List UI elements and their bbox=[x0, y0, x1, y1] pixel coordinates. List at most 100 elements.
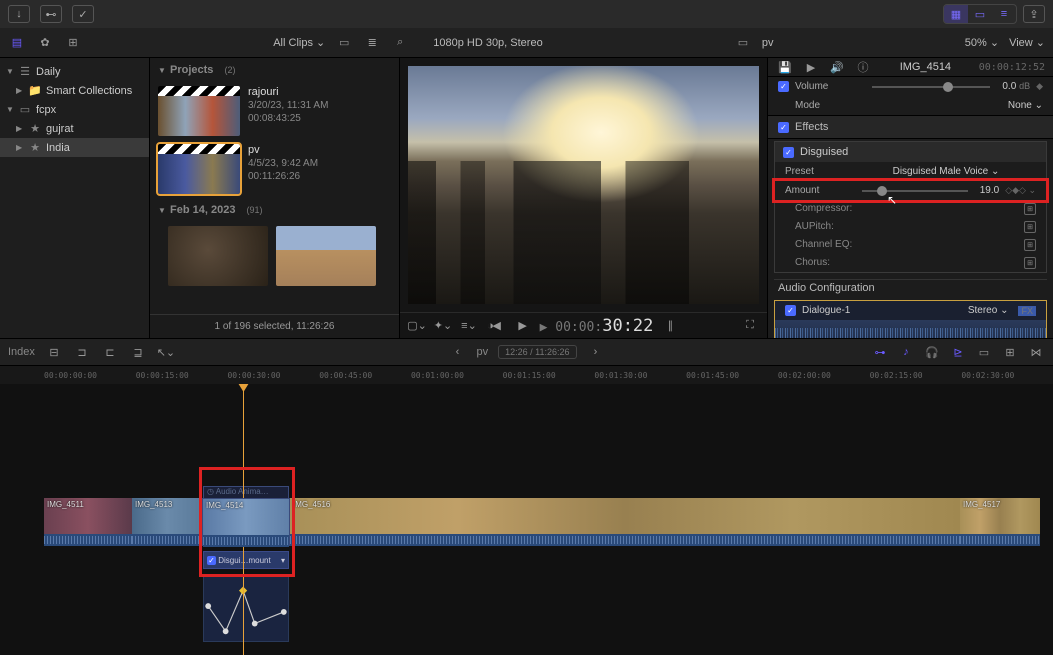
preset-value[interactable]: Disguised Male Voice ⌄ bbox=[893, 166, 1000, 177]
volume-row[interactable]: ✓ Volume 0.0 dB ◆ bbox=[768, 77, 1053, 96]
preset-row[interactable]: Preset Disguised Male Voice ⌄ bbox=[775, 162, 1046, 181]
amount-slider[interactable] bbox=[862, 190, 968, 192]
play-icon[interactable]: ▶ bbox=[514, 317, 532, 335]
video-tab-icon[interactable]: ▶ bbox=[802, 58, 820, 76]
connect-icon[interactable]: ⊐ bbox=[73, 343, 91, 361]
viewer-canvas[interactable] bbox=[408, 66, 759, 304]
next-edit-icon[interactable]: › bbox=[587, 343, 605, 361]
share-button[interactable]: ⇪ bbox=[1023, 5, 1045, 23]
effect-sub[interactable]: AUPitch:⊞ bbox=[775, 218, 1046, 236]
stereo-dropdown[interactable]: Stereo ⌄ bbox=[968, 305, 1009, 316]
skimming-icon[interactable]: ⊶ bbox=[871, 343, 889, 361]
sidebar-item-smart[interactable]: ▶📁Smart Collections bbox=[0, 81, 149, 100]
sidebar-item-india[interactable]: ▶★India bbox=[0, 138, 149, 157]
highlight-box bbox=[199, 467, 295, 577]
color-icon[interactable]: ◑⌄ bbox=[486, 317, 504, 335]
prev-edit-icon[interactable]: ‹ bbox=[448, 343, 466, 361]
bg-tasks-button[interactable]: ✓ bbox=[72, 5, 94, 23]
fullscreen-icon[interactable]: ⛶ bbox=[741, 317, 759, 335]
effects-header[interactable]: ✓Effects bbox=[768, 115, 1053, 139]
timeline[interactable]: IMG_4511 IMG_4513 IMG_4516 IMG_4517 ◷ Au… bbox=[0, 384, 1053, 655]
format-label: 1080p HD 30p, Stereo bbox=[433, 37, 542, 49]
effect-sub[interactable]: Compressor:⊞ bbox=[775, 200, 1046, 218]
effects-browser-icon[interactable]: ⊞ bbox=[1001, 343, 1019, 361]
clip-4517[interactable]: IMG_4517 bbox=[960, 498, 1040, 546]
viewer-pane: ▢⌄ ✦⌄ ≡⌄ ◑⌄ ◀ ▶ ▶ 00:00:30:22 ∥ ⛶ bbox=[400, 58, 768, 338]
snap-icon[interactable]: ⊵ bbox=[949, 343, 967, 361]
volume-slider[interactable] bbox=[872, 86, 990, 88]
clip-thumb[interactable] bbox=[168, 226, 268, 286]
layout-1-icon[interactable]: ▦ bbox=[944, 5, 968, 23]
tools-icon[interactable]: ✦⌄ bbox=[434, 317, 452, 335]
clips-filter-button[interactable]: All Clips ⌄ bbox=[273, 36, 325, 49]
effect-sub[interactable]: Channel EQ:⊞ bbox=[775, 236, 1046, 254]
amount-row[interactable]: Amount 19.0 ◇◆◇ ⌄ ↖ bbox=[775, 181, 1046, 200]
primary-storyline[interactable]: IMG_4511 IMG_4513 IMG_4516 IMG_4517 bbox=[44, 498, 1053, 546]
list-icon[interactable]: ≣ bbox=[363, 34, 381, 52]
retime-icon[interactable]: ≡⌄ bbox=[460, 317, 478, 335]
audio-config-header: Audio Configuration bbox=[768, 280, 1053, 296]
transform-icon[interactable]: ▢⌄ bbox=[408, 317, 426, 335]
keyword-button[interactable]: ⊷ bbox=[40, 5, 62, 23]
volume-checkbox[interactable]: ✓ bbox=[778, 81, 789, 92]
view-menu[interactable]: View ⌄ bbox=[1009, 36, 1045, 49]
search-icon[interactable]: ⌕ bbox=[391, 34, 409, 52]
clip-thumb[interactable] bbox=[276, 226, 376, 286]
clip-thumbs[interactable] bbox=[150, 222, 399, 290]
browser-toolbar: ▤ ✿ ⊞ All Clips ⌄ ▭ ≣ ⌕ 1080p HD 30p, St… bbox=[0, 28, 1053, 58]
save-icon[interactable]: 💾 bbox=[776, 58, 794, 76]
index-button[interactable]: Index bbox=[8, 346, 35, 358]
library-icon[interactable]: ▤ bbox=[8, 34, 26, 52]
effect-sub[interactable]: Chorus:⊞ bbox=[775, 254, 1046, 272]
library-sidebar: ▼☰Daily ▶📁Smart Collections ▼▭fcpx ▶★guj… bbox=[0, 58, 150, 338]
timeline-range: 12:26 / 11:26:26 bbox=[498, 345, 576, 359]
zoom-button[interactable]: 50% ⌄ bbox=[965, 36, 999, 49]
project-name: pv bbox=[762, 37, 774, 49]
clip-4511[interactable]: IMG_4511 bbox=[44, 498, 132, 546]
titles-icon[interactable]: ⊞ bbox=[64, 34, 82, 52]
workspace-segments[interactable]: ▦ ▭ ≡ bbox=[943, 4, 1017, 24]
sidebar-item-gujrat[interactable]: ▶★gujrat bbox=[0, 119, 149, 138]
info-tab-icon[interactable]: ⓘ bbox=[854, 58, 872, 76]
audio-skim-icon[interactable]: ♪ bbox=[897, 343, 915, 361]
layout-3-icon[interactable]: ≡ bbox=[992, 5, 1016, 23]
project-item-pv[interactable]: pv4/5/23, 9:42 AM00:11:26:26 bbox=[150, 140, 399, 198]
import-button[interactable]: ↓ bbox=[8, 5, 30, 23]
inspector-pane: 💾 ▶ 🔊 ⓘ IMG_4514 00:00:12:52 ✓ Volume 0.… bbox=[768, 58, 1053, 338]
append-icon[interactable]: ⊒ bbox=[129, 343, 147, 361]
titlebar: ↓ ⊷ ✓ ▦ ▭ ≡ ⇪ bbox=[0, 0, 1053, 28]
inspector-duration: 00:00:12:52 bbox=[979, 62, 1045, 73]
solo-icon[interactable]: 🎧 bbox=[923, 343, 941, 361]
sidebar-item-daily[interactable]: ▼☰Daily bbox=[0, 62, 149, 81]
tl-layout-icon[interactable]: ▭ bbox=[975, 343, 993, 361]
photos-icon[interactable]: ✿ bbox=[36, 34, 54, 52]
viewer-controls: ▢⌄ ✦⌄ ≡⌄ ◑⌄ ◀ ▶ ▶ 00:00:30:22 ∥ ⛶ bbox=[400, 312, 767, 338]
next-frame-icon[interactable]: ∥ bbox=[661, 317, 679, 335]
main-row: ▼☰Daily ▶📁Smart Collections ▼▭fcpx ▶★guj… bbox=[0, 58, 1053, 338]
keyframe-controls[interactable]: ◇◆◇ ⌄ bbox=[1005, 185, 1036, 196]
insert-icon[interactable]: ⊏ bbox=[101, 343, 119, 361]
sidebar-item-fcpx[interactable]: ▼▭fcpx bbox=[0, 100, 149, 119]
timeline-ruler[interactable]: 00:00:00:0000:00:15:0000:00:30:0000:00:4… bbox=[0, 366, 1053, 384]
transitions-icon[interactable]: ⋈ bbox=[1027, 343, 1045, 361]
browser-pane: ▼Projects (2) rajouri3/20/23, 11:31 AM00… bbox=[150, 58, 400, 338]
layout-2-icon[interactable]: ▭ bbox=[968, 5, 992, 23]
keyframe-graph[interactable] bbox=[203, 576, 289, 642]
cursor-icon: ↖ bbox=[887, 193, 897, 207]
timeline-toolbar: Index ⊟ ⊐ ⊏ ⊒ ↖⌄ ‹ pv 12:26 / 11:26:26 ›… bbox=[0, 338, 1053, 366]
arrow-tool-icon[interactable]: ↖⌄ bbox=[157, 343, 175, 361]
trim-icon[interactable]: ⊟ bbox=[45, 343, 63, 361]
mode-row[interactable]: Mode None ⌄ bbox=[768, 96, 1053, 115]
effect-disguised: ✓Disguised Preset Disguised Male Voice ⌄… bbox=[774, 141, 1047, 273]
projects-header[interactable]: ▼Projects (2) bbox=[150, 58, 399, 82]
timeline-project: pv bbox=[476, 346, 488, 358]
audio-tab-icon[interactable]: 🔊 bbox=[828, 58, 846, 76]
inspector-title: IMG_4514 bbox=[880, 61, 971, 73]
project-item-rajouri[interactable]: rajouri3/20/23, 11:31 AM00:08:43:25 bbox=[150, 82, 399, 140]
effect-header[interactable]: ✓Disguised bbox=[775, 142, 1046, 162]
filmstrip-icon[interactable]: ▭ bbox=[335, 34, 353, 52]
clip-4516[interactable]: IMG_4516 bbox=[290, 498, 960, 546]
date-header[interactable]: ▼Feb 14, 2023 (91) bbox=[150, 198, 399, 222]
project-icon: ▭ bbox=[734, 34, 752, 52]
clip-4513[interactable]: IMG_4513 bbox=[132, 498, 202, 546]
